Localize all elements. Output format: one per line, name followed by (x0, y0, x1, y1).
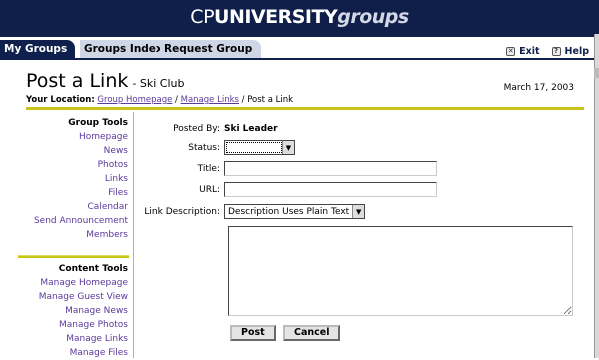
tab-bar: My Groups Groups Index Request Group (0, 34, 594, 60)
description-format-value: Description Uses Plain Text (228, 206, 350, 217)
sidebar-item-manage-guest-view[interactable]: Manage Guest View (0, 290, 133, 304)
close-icon: ✕ (506, 47, 516, 56)
status-label: Status: (188, 142, 220, 153)
post-link-form: Posted By: Ski Leader Status: ▼ Title: U… (135, 112, 594, 358)
scroll-up-arrow[interactable] (594, 68, 599, 78)
sidebar-item-manage-links[interactable]: Manage Links (0, 332, 133, 346)
breadcrumb-current: Post a Link (247, 95, 294, 105)
status-row: Status: ▼ (135, 140, 295, 155)
help-icon: ? (551, 47, 561, 56)
group-tools-heading: Group Tools (68, 118, 128, 128)
posted-by-label: Posted By: (173, 124, 220, 134)
current-date: March 17, 2003 (503, 83, 574, 93)
cancel-button[interactable]: Cancel (283, 325, 341, 341)
breadcrumb-separator: / (241, 95, 245, 105)
content-tools-heading: Content Tools (58, 264, 128, 274)
sidebar-item-members[interactable]: Members (0, 228, 133, 242)
sidebar-item-manage-photos[interactable]: Manage Photos (0, 318, 133, 332)
page-header: Post a Link - Ski Club Your Location: Gro… (0, 62, 594, 107)
status-select[interactable]: ▼ (224, 140, 295, 155)
posted-by-value: Ski Leader (224, 124, 278, 134)
sidebar-item-files[interactable]: Files (0, 186, 133, 200)
url-label: URL: (199, 184, 220, 195)
top-links: ✕ Exit ? Help (506, 46, 589, 57)
exit-link[interactable]: ✕ Exit (506, 46, 540, 57)
page-title: Post a Link - Ski Club (26, 70, 184, 92)
sidebar-item-links[interactable]: Links (0, 172, 133, 186)
site-banner: CPUNIVERSITYgroups (0, 0, 599, 34)
breadcrumb-manage-links[interactable]: Manage Links (181, 95, 239, 105)
sidebar-item-manage-homepage[interactable]: Manage Homepage (0, 276, 133, 290)
site-logo[interactable]: CPUNIVERSITYgroups (190, 6, 409, 28)
sidebar-item-calendar[interactable]: Calendar (0, 200, 133, 214)
status-select-value (226, 142, 282, 153)
sidebar-item-photos[interactable]: Photos (0, 158, 133, 172)
url-row: URL: (135, 182, 437, 197)
sidebar-item-manage-news[interactable]: Manage News (0, 304, 133, 318)
sidebar-divider (18, 255, 129, 258)
title-row: Title: (135, 161, 437, 176)
page-title-text: Post a Link (26, 70, 129, 92)
description-textarea[interactable] (228, 226, 573, 316)
sidebar: Group Tools Homepage News Photos Links F… (0, 112, 134, 358)
logo-university: UNIVERSITY (214, 6, 338, 28)
description-format-select[interactable]: Description Uses Plain Text ▼ (224, 204, 366, 219)
title-label: Title: (197, 163, 220, 174)
post-button[interactable]: Post (230, 325, 276, 341)
header-divider (26, 107, 584, 110)
help-link[interactable]: ? Help (551, 46, 589, 57)
sidebar-item-send-announcement[interactable]: Send Announcement (0, 214, 133, 228)
posted-by-row: Posted By: Ski Leader (135, 124, 278, 134)
description-row: Link Description: Description Uses Plain… (135, 204, 366, 219)
exit-label: Exit (519, 46, 540, 57)
tab-request-group[interactable]: Request Group (160, 40, 262, 58)
chevron-down-icon: ▼ (352, 205, 365, 218)
club-name: - Ski Club (132, 77, 185, 90)
breadcrumb-group-homepage[interactable]: Group Homepage (97, 95, 172, 105)
location-label: Your Location: (26, 95, 95, 105)
breadcrumb: Your Location: Group Homepage / Manage L… (26, 95, 293, 105)
sidebar-item-news[interactable]: News (0, 144, 133, 158)
breadcrumb-separator: / (175, 95, 178, 105)
chevron-down-icon: ▼ (282, 141, 294, 154)
logo-cp: CP (190, 6, 215, 28)
help-label: Help (564, 46, 589, 57)
tab-groups-index[interactable]: Groups Index (80, 40, 172, 58)
tab-my-groups[interactable]: My Groups (0, 40, 76, 58)
description-label: Link Description: (144, 206, 220, 217)
logo-groups: groups (337, 6, 409, 28)
sidebar-item-homepage[interactable]: Homepage (0, 130, 133, 144)
page-scrollbar[interactable] (594, 34, 599, 358)
url-input[interactable] (224, 182, 437, 197)
title-input[interactable] (224, 161, 437, 176)
